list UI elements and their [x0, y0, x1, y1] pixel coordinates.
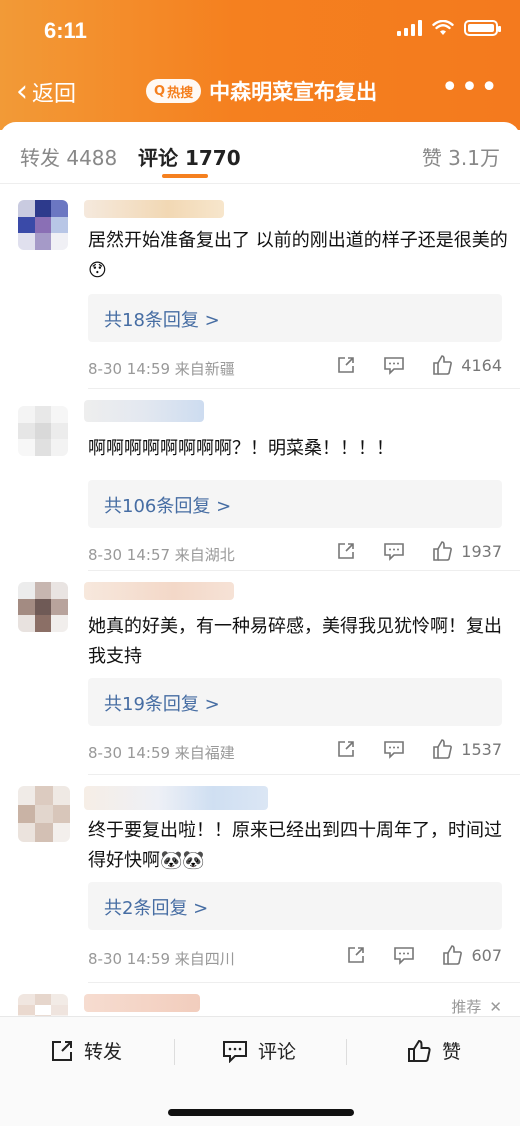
like-count: 1937	[461, 541, 502, 561]
comment-actions: 4164	[309, 354, 502, 376]
username[interactable]	[84, 400, 204, 422]
comment-text: 啊啊啊啊啊啊啊啊？！明菜桑！！！！	[88, 438, 394, 459]
share-icon[interactable]	[335, 354, 357, 376]
divider	[346, 1039, 347, 1065]
comment-meta: 8-30 14:59 来自四川	[88, 950, 235, 968]
recommend-tag: 推荐 ✕	[451, 996, 502, 1017]
repost-label: 转发	[84, 1041, 123, 1063]
recommend-label: 推荐	[451, 998, 482, 1016]
page-title-group: Q 热搜 中森明菜宣布复出	[146, 76, 377, 106]
share-icon[interactable]	[345, 944, 367, 966]
thumbs-up-icon[interactable]	[431, 738, 453, 760]
view-replies-button[interactable]: 共2条回复 >	[88, 882, 502, 930]
share-icon[interactable]	[335, 738, 357, 760]
comment-text: 她真的好美，有一种易碎感，美得我见犹怜啊！复出我支持	[88, 616, 502, 667]
avatar[interactable]	[18, 406, 68, 456]
close-icon[interactable]: ✕	[489, 998, 502, 1016]
comment-button[interactable]: 评论	[222, 1037, 296, 1064]
avatar[interactable]	[18, 786, 70, 842]
comment-meta: 8-30 14:57 来自湖北	[88, 546, 235, 564]
comment-text: 居然开始准备复出了 以前的刚出道的样子还是很美的😯	[88, 230, 508, 281]
page-title: 中森明菜宣布复出	[209, 80, 378, 104]
search-icon: Q	[154, 83, 166, 99]
comment-icon	[223, 1040, 247, 1063]
back-button[interactable]: ‹ 返回	[16, 76, 76, 108]
comment-item: 啊啊啊啊啊啊啊啊？！明菜桑！！！！ 共106条回复 > 8-30 14:57 来…	[0, 400, 520, 580]
like-count: 4164	[461, 355, 502, 375]
avatar[interactable]	[18, 200, 68, 250]
comment-item: 终于要复出啦！！原来已经出到四十周年了，时间过得好快啊🐼🐼 共2条回复 > 8-…	[0, 786, 520, 986]
divider	[88, 570, 520, 571]
share-icon[interactable]	[335, 540, 357, 562]
username[interactable]	[84, 786, 268, 810]
comment-actions: 607	[319, 944, 502, 966]
view-replies-button[interactable]: 共18条回复 >	[88, 294, 502, 342]
like-count: 607	[471, 945, 502, 965]
thumbs-up-icon[interactable]	[441, 944, 463, 966]
comment-item: 居然开始准备复出了 以前的刚出道的样子还是很美的😯 共18条回复 > 8-30 …	[0, 200, 520, 380]
comment-actions: 1537	[309, 738, 502, 760]
like-button[interactable]: 赞	[406, 1037, 461, 1064]
divider	[88, 774, 520, 775]
back-label: 返回	[32, 82, 77, 107]
status-time: 6:11	[44, 18, 87, 43]
wifi-icon	[432, 20, 454, 35]
cellular-signal-icon	[397, 20, 422, 36]
comments-card: 转发 4488 评论 1770 赞 3.1万 居然开始准备复出了 以前的刚出道的…	[0, 122, 520, 1026]
hot-search-badge: Q 热搜	[146, 79, 202, 103]
comment-actions: 1937	[309, 540, 502, 562]
tab-likes[interactable]: 赞 3.1万	[422, 142, 500, 171]
tab-comment[interactable]: 评论 1770	[138, 142, 241, 171]
view-replies-button[interactable]: 共106条回复 >	[88, 480, 502, 528]
tab-repost[interactable]: 转发 4488	[20, 142, 117, 171]
comment-icon[interactable]	[383, 540, 405, 562]
header: 6:11 ‹ 返回 Q 热搜 中森明菜宣布复出 •••	[0, 0, 520, 130]
comment-label: 评论	[258, 1041, 297, 1063]
username[interactable]	[84, 200, 224, 218]
username[interactable]	[84, 582, 234, 600]
battery-icon	[464, 20, 501, 36]
home-indicator[interactable]	[168, 1109, 354, 1116]
repost-icon	[52, 1040, 72, 1061]
like-count: 1537	[461, 739, 502, 759]
repost-button[interactable]: 转发	[50, 1037, 122, 1064]
comment-item: 她真的好美，有一种易碎感，美得我见犹怜啊！复出我支持 共19条回复 > 8-30…	[0, 582, 520, 782]
divider	[174, 1039, 175, 1065]
comment-icon[interactable]	[383, 354, 405, 376]
thumbs-up-icon	[408, 1039, 431, 1062]
tab-bar: 转发 4488 评论 1770 赞 3.1万	[0, 122, 520, 184]
thumbs-up-icon[interactable]	[431, 354, 453, 376]
hot-badge-label: 热搜	[167, 85, 194, 101]
comment-meta: 8-30 14:59 来自福建	[88, 744, 235, 762]
thumbs-up-icon[interactable]	[431, 540, 453, 562]
nav-bar: ‹ 返回 Q 热搜 中森明菜宣布复出 •••	[0, 66, 520, 116]
more-options-button[interactable]: •••	[441, 70, 500, 105]
comment-text: 终于要复出啦！！原来已经出到四十周年了，时间过得好快啊🐼🐼	[88, 820, 502, 871]
comment-meta: 8-30 14:59 来自新疆	[88, 360, 235, 378]
like-label: 赞	[442, 1041, 462, 1063]
status-bar: 6:11	[0, 0, 520, 60]
chevron-left-icon: ‹	[16, 74, 28, 109]
username[interactable]	[84, 994, 200, 1012]
bottom-action-bar: 转发 评论 赞	[0, 1016, 520, 1126]
divider	[88, 388, 520, 389]
divider	[88, 982, 520, 983]
comment-icon[interactable]	[393, 944, 415, 966]
status-icons	[397, 20, 501, 36]
comment-icon[interactable]	[383, 738, 405, 760]
avatar[interactable]	[18, 582, 68, 632]
view-replies-button[interactable]: 共19条回复 >	[88, 678, 502, 726]
tab-active-indicator	[162, 174, 208, 178]
